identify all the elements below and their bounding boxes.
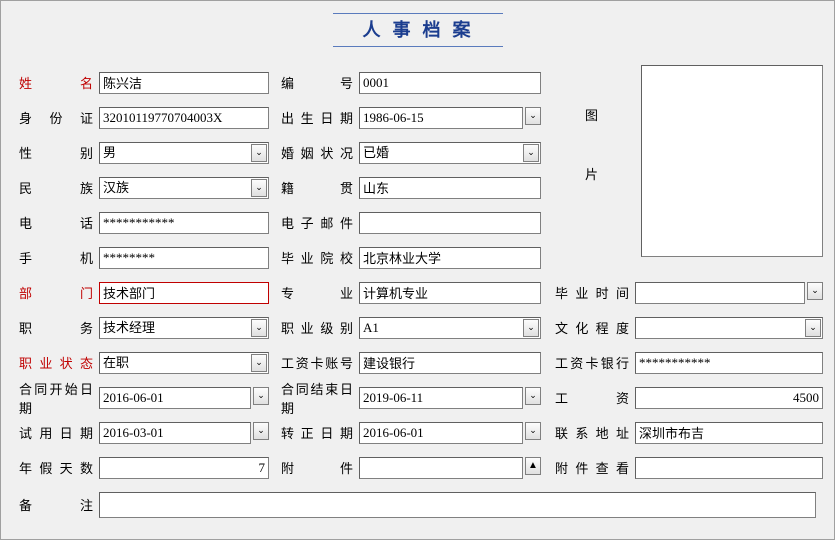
label-origin: 籍贯 [281,178,359,197]
input-salary[interactable] [635,387,823,409]
input-gradschool[interactable] [359,247,541,269]
input-phone[interactable] [99,212,269,234]
date-regular[interactable]: 2016-06-01 [359,422,523,444]
form-title: 人事档案 [333,13,503,47]
label-position: 职务 [19,318,99,337]
select-position[interactable]: 技术经理⌄ [99,317,269,339]
input-attachment[interactable] [359,457,523,479]
chevron-down-icon[interactable]: ⌄ [251,179,267,197]
select-joblevel[interactable]: A1⌄ [359,317,541,339]
select-marital[interactable]: 已婚⌄ [359,142,541,164]
date-birth[interactable]: 1986-06-15 [359,107,523,129]
hr-record-form: 人事档案 姓名 身份证 性别男⌄ 民族汉族⌄ 电话 手机 部门 职务技术经理⌄ … [0,0,835,540]
select-education[interactable]: ⌄ [635,317,823,339]
photo-label: 图 片 [585,105,605,223]
date-contract-start[interactable]: 2016-06-01 [99,387,251,409]
label-salary: 工资 [555,388,635,407]
label-vacation: 年假天数 [19,458,99,477]
label-contract-end: 合同结束日期 [281,379,359,417]
input-bank[interactable] [635,352,823,374]
label-dept: 部门 [19,283,99,302]
chevron-down-icon[interactable]: ⌄ [525,387,541,405]
chevron-down-icon[interactable]: ⌄ [251,144,267,162]
chevron-down-icon[interactable]: ⌄ [251,319,267,337]
label-contract-start: 合同开始日期 [19,379,99,417]
photo-box[interactable] [641,65,823,257]
input-bankacct[interactable] [359,352,541,374]
label-joblevel: 职业级别 [281,318,359,337]
label-nation: 民族 [19,178,99,197]
input-email[interactable] [359,212,541,234]
chevron-down-icon[interactable]: ⌄ [807,282,823,300]
label-major: 专业 [281,283,359,302]
chevron-down-icon[interactable]: ⌄ [523,319,539,337]
label-education: 文化程度 [555,318,635,337]
input-idcard[interactable] [99,107,269,129]
label-attachment: 附件 [281,458,359,477]
input-address[interactable] [635,422,823,444]
input-vacation-days[interactable] [99,457,269,479]
label-gradschool: 毕业院校 [281,248,359,267]
chevron-down-icon[interactable]: ⌄ [525,422,541,440]
chevron-down-icon[interactable]: ⌄ [251,354,267,372]
upload-button[interactable]: ▲ [525,457,541,475]
label-marital: 婚姻状况 [281,143,359,162]
input-mobile[interactable] [99,247,269,269]
input-origin[interactable] [359,177,541,199]
label-email: 电子邮件 [281,213,359,232]
label-remarks: 备注 [19,495,99,514]
chevron-down-icon[interactable]: ⌄ [523,144,539,162]
chevron-down-icon[interactable]: ⌄ [253,422,269,440]
label-gradtime: 毕业时间 [555,283,635,302]
label-address: 联系地址 [555,423,635,442]
label-bankacct: 工资卡账号 [281,353,359,372]
label-status: 职业状态 [19,353,99,372]
date-contract-end[interactable]: 2019-06-11 [359,387,523,409]
input-viewattach[interactable] [635,457,823,479]
input-major[interactable] [359,282,541,304]
label-birth: 出生日期 [281,108,359,127]
select-nation[interactable]: 汉族⌄ [99,177,269,199]
date-trial[interactable]: 2016-03-01 [99,422,251,444]
label-regular-date: 转正日期 [281,423,359,442]
input-number[interactable] [359,72,541,94]
label-idcard: 身份证 [19,108,99,127]
input-dept[interactable] [99,282,269,304]
chevron-down-icon[interactable]: ⌄ [253,387,269,405]
chevron-down-icon[interactable]: ⌄ [805,319,821,337]
label-gender: 性别 [19,143,99,162]
label-bank: 工资卡银行 [555,353,635,372]
select-status[interactable]: 在职⌄ [99,352,269,374]
date-gradtime[interactable] [635,282,805,304]
label-mobile: 手机 [19,248,99,267]
label-phone: 电话 [19,213,99,232]
select-gender[interactable]: 男⌄ [99,142,269,164]
input-remarks[interactable] [99,492,816,518]
label-name: 姓名 [19,73,99,92]
chevron-down-icon[interactable]: ⌄ [525,107,541,125]
input-name[interactable] [99,72,269,94]
label-number: 编号 [281,73,359,92]
label-viewattach: 附件查看 [555,458,635,477]
label-trial-date: 试用日期 [19,423,99,442]
title-wrap: 人事档案 [19,13,816,47]
